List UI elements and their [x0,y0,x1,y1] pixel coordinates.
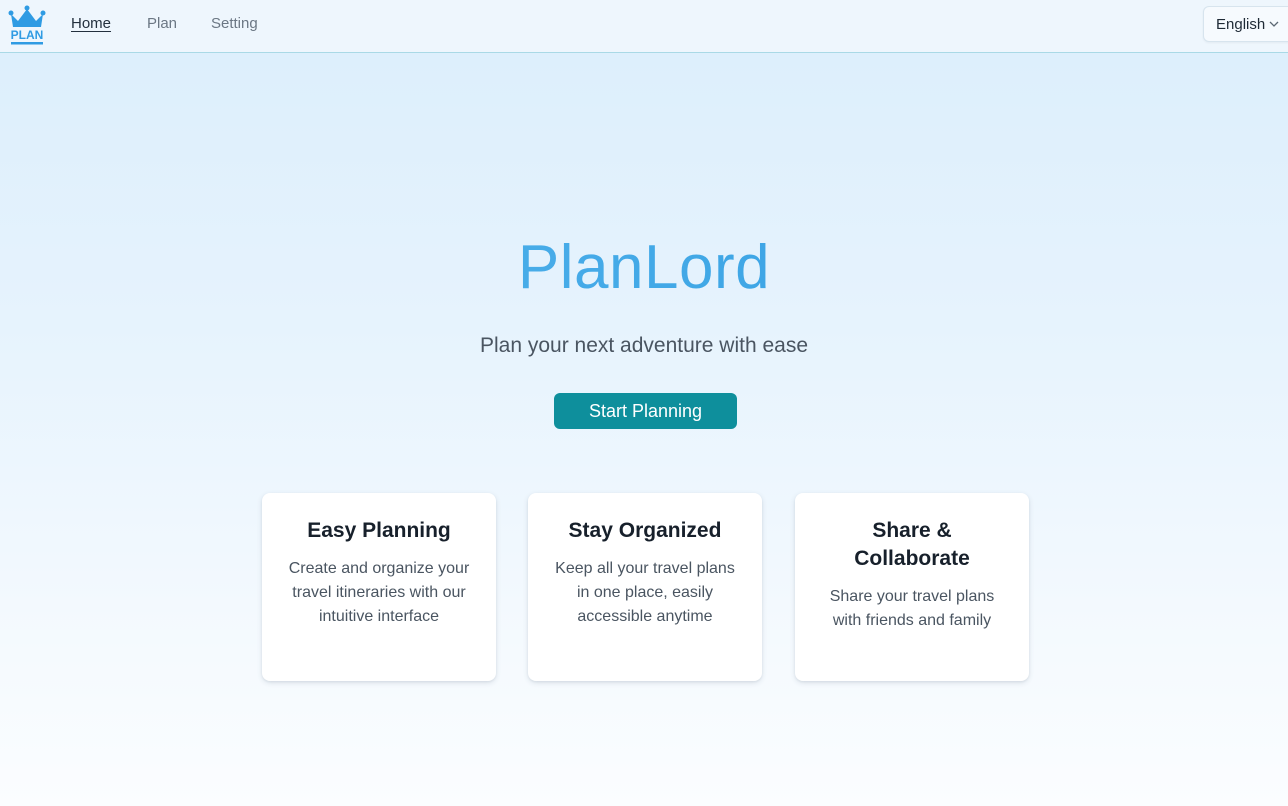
nav-link-home[interactable]: Home [71,15,111,32]
feature-card-title: Stay Organized [568,519,722,542]
crown-icon: PLAN [8,5,46,45]
planlord-logo[interactable]: PLAN [8,4,46,46]
feature-card-stay-organized: Stay Organized Keep all your travel plan… [528,493,762,681]
feature-card-description: Share your travel plans with friends and… [829,588,995,629]
feature-card-description: Create and organize your travel itinerar… [288,560,470,625]
feature-card-description: Keep all your travel plans in one place,… [555,560,735,625]
hero-subtitle: Plan your next adventure with ease [479,334,809,357]
feature-card-share-collaborate: Share & Collaborate Share your travel pl… [795,493,1029,681]
feature-card-easy-planning: Easy Planning Create and organize your t… [262,493,496,681]
start-planning-button[interactable]: Start Planning [554,393,737,429]
language-select-value: English [1216,15,1266,33]
nav-link-plan[interactable]: Plan [147,15,177,32]
feature-card-title: Easy Planning [307,519,451,542]
chevron-down-icon [1269,21,1279,27]
language-select[interactable]: English [1203,6,1288,42]
logo-text: PLAN [11,28,44,42]
nav-link-setting[interactable]: Setting [211,15,258,32]
top-nav: PLAN Home Plan Setting English [0,0,1288,53]
feature-card-title: Share & Collaborate [854,519,970,570]
hero-title: PlanLord [0,232,1288,303]
